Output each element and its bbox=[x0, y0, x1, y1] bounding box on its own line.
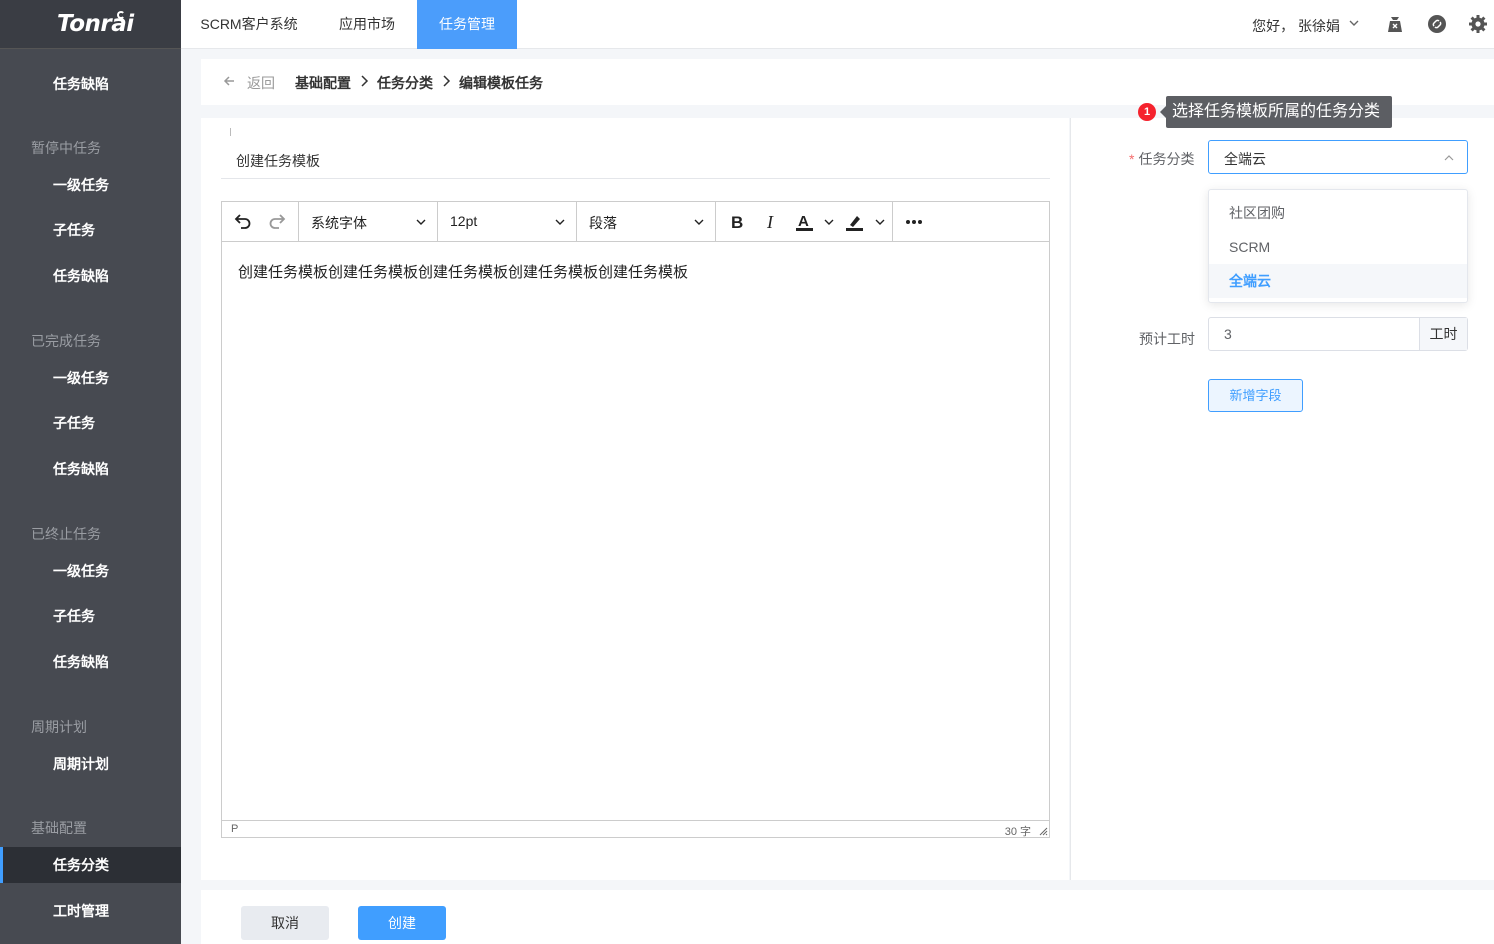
editor-toolbar: 系统字体 12pt 段落 B I A bbox=[222, 202, 1049, 242]
breadcrumb-basic-config[interactable]: 基础配置 bbox=[295, 73, 351, 93]
chevron-up-icon bbox=[1444, 155, 1454, 161]
editor-content[interactable]: 创建任务模板创建任务模板创建任务模板创建任务模板创建任务模板 bbox=[238, 261, 688, 282]
sidebar-item-periodic-plan[interactable]: 周期计划 bbox=[0, 746, 181, 782]
tab-task-management[interactable]: 任务管理 bbox=[417, 0, 517, 49]
chevron-down-icon[interactable] bbox=[554, 216, 566, 228]
category-option-selected[interactable]: 全端云 bbox=[1209, 264, 1467, 298]
logo: Tonrai bbox=[0, 0, 181, 49]
tab-scrm[interactable]: SCRM客户系统 bbox=[181, 0, 317, 49]
guide-tooltip: 选择任务模板所属的任务分类 bbox=[1159, 96, 1393, 128]
chevron-right-icon bbox=[443, 75, 451, 87]
breadcrumb-task-category[interactable]: 任务分类 bbox=[377, 73, 433, 93]
bold-icon[interactable]: B bbox=[726, 211, 748, 233]
sidebar-group-paused: 暂停中任务 bbox=[31, 140, 101, 156]
text-color-icon[interactable]: A bbox=[794, 211, 816, 233]
rich-text-editor: 系统字体 12pt 段落 B I A 创建任务模板创建任务模板创建任务模板创建任… bbox=[221, 201, 1050, 838]
hours-input[interactable]: 3 bbox=[1224, 326, 1232, 342]
sidebar-item-terminated-level1[interactable]: 一级任务 bbox=[0, 553, 181, 589]
hours-input-group: 3 工时 bbox=[1208, 317, 1468, 351]
font-size-select[interactable]: 12pt bbox=[450, 213, 477, 229]
svg-text:I: I bbox=[766, 212, 774, 232]
category-option[interactable]: SCRM bbox=[1209, 230, 1467, 264]
category-label-text: 任务分类 bbox=[1138, 151, 1195, 167]
category-option[interactable]: 社区团购 bbox=[1209, 196, 1467, 230]
chevron-down-icon[interactable] bbox=[874, 216, 886, 228]
breadcrumb-edit-template: 编辑模板任务 bbox=[459, 75, 543, 91]
sidebar-group-completed: 已完成任务 bbox=[31, 333, 101, 349]
sidebar-item-paused-subtask[interactable]: 子任务 bbox=[0, 212, 181, 248]
back-link[interactable]: 返回 bbox=[247, 73, 275, 93]
template-title-input[interactable]: 创建任务模板 bbox=[221, 138, 1050, 179]
sidebar-item-terminated-subtask[interactable]: 子任务 bbox=[0, 598, 181, 634]
add-field-button[interactable]: 新增字段 bbox=[1208, 379, 1303, 412]
sidebar-item-paused-level1[interactable]: 一级任务 bbox=[0, 167, 181, 203]
cancel-button[interactable]: 取消 bbox=[241, 906, 329, 940]
chevron-down-icon[interactable] bbox=[1348, 17, 1360, 29]
link-icon[interactable] bbox=[1427, 14, 1447, 34]
sidebar-item-completed-defect[interactable]: 任务缺陷 bbox=[0, 451, 181, 487]
user-greeting[interactable]: 您好， 张徐娟 bbox=[1252, 16, 1340, 36]
category-label: * 任务分类 bbox=[1129, 149, 1194, 169]
redo-icon[interactable] bbox=[267, 211, 289, 233]
undo-icon[interactable] bbox=[231, 211, 253, 233]
italic-icon[interactable]: I bbox=[760, 211, 782, 233]
top-navbar: SCRM客户系统 应用市场 任务管理 您好， 张徐娟 bbox=[181, 0, 1494, 49]
chevron-right-icon bbox=[361, 75, 369, 87]
category-select[interactable]: 全端云 bbox=[1208, 140, 1468, 174]
word-count: 30 字 bbox=[1004, 826, 1031, 838]
sidebar: Tonrai 任务缺陷 暂停中任务 一级任务 子任务 任务缺陷 已完成任务 一级… bbox=[0, 0, 181, 944]
category-dropdown: 社区团购 SCRM 全端云 bbox=[1208, 189, 1468, 303]
sidebar-item-paused-defect[interactable]: 任务缺陷 bbox=[0, 258, 181, 294]
settings-icon[interactable] bbox=[1468, 14, 1488, 34]
footer-actions: 取消 创建 bbox=[201, 890, 1494, 944]
svg-text:B: B bbox=[731, 213, 743, 232]
hours-unit: 工时 bbox=[1419, 318, 1467, 350]
more-icon[interactable] bbox=[903, 211, 925, 233]
required-mark: * bbox=[1129, 151, 1135, 167]
editor-statusbar: P 30 字 bbox=[222, 820, 1049, 838]
editor-panel: 创建任务模板 系统字体 12pt 段落 B I A 创建任务模板创建任务模板创建… bbox=[201, 118, 1069, 880]
chevron-down-icon[interactable] bbox=[693, 216, 705, 228]
step-badge: 1 bbox=[1138, 103, 1156, 121]
chevron-down-icon[interactable] bbox=[415, 216, 427, 228]
tab-app-market[interactable]: 应用市场 bbox=[331, 0, 403, 49]
back-arrow-icon[interactable] bbox=[222, 74, 236, 88]
sidebar-group-periodic: 周期计划 bbox=[31, 719, 87, 735]
block-format-select[interactable]: 段落 bbox=[589, 213, 617, 233]
sidebar-item-completed-level1[interactable]: 一级任务 bbox=[0, 360, 181, 396]
sidebar-item-task-defect[interactable]: 任务缺陷 bbox=[0, 66, 181, 102]
sidebar-item-hours-management[interactable]: 工时管理 bbox=[0, 893, 181, 929]
hours-label: 预计工时 bbox=[1139, 331, 1195, 347]
element-path: P bbox=[231, 823, 239, 835]
create-button[interactable]: 创建 bbox=[358, 906, 446, 940]
sidebar-item-terminated-defect[interactable]: 任务缺陷 bbox=[0, 644, 181, 680]
resize-handle-icon[interactable] bbox=[1039, 827, 1048, 836]
highlight-icon[interactable] bbox=[844, 211, 866, 233]
svg-text:A: A bbox=[798, 213, 809, 230]
sidebar-group-terminated: 已终止任务 bbox=[31, 526, 101, 542]
bag-icon[interactable] bbox=[1385, 14, 1405, 34]
chevron-down-icon[interactable] bbox=[823, 216, 835, 228]
font-family-select[interactable]: 系统字体 bbox=[311, 213, 367, 233]
sidebar-item-completed-subtask[interactable]: 子任务 bbox=[0, 405, 181, 441]
sidebar-item-task-category[interactable]: 任务分类 bbox=[0, 847, 181, 883]
category-select-value: 全端云 bbox=[1224, 151, 1266, 167]
sidebar-group-basic-config: 基础配置 bbox=[31, 820, 87, 836]
